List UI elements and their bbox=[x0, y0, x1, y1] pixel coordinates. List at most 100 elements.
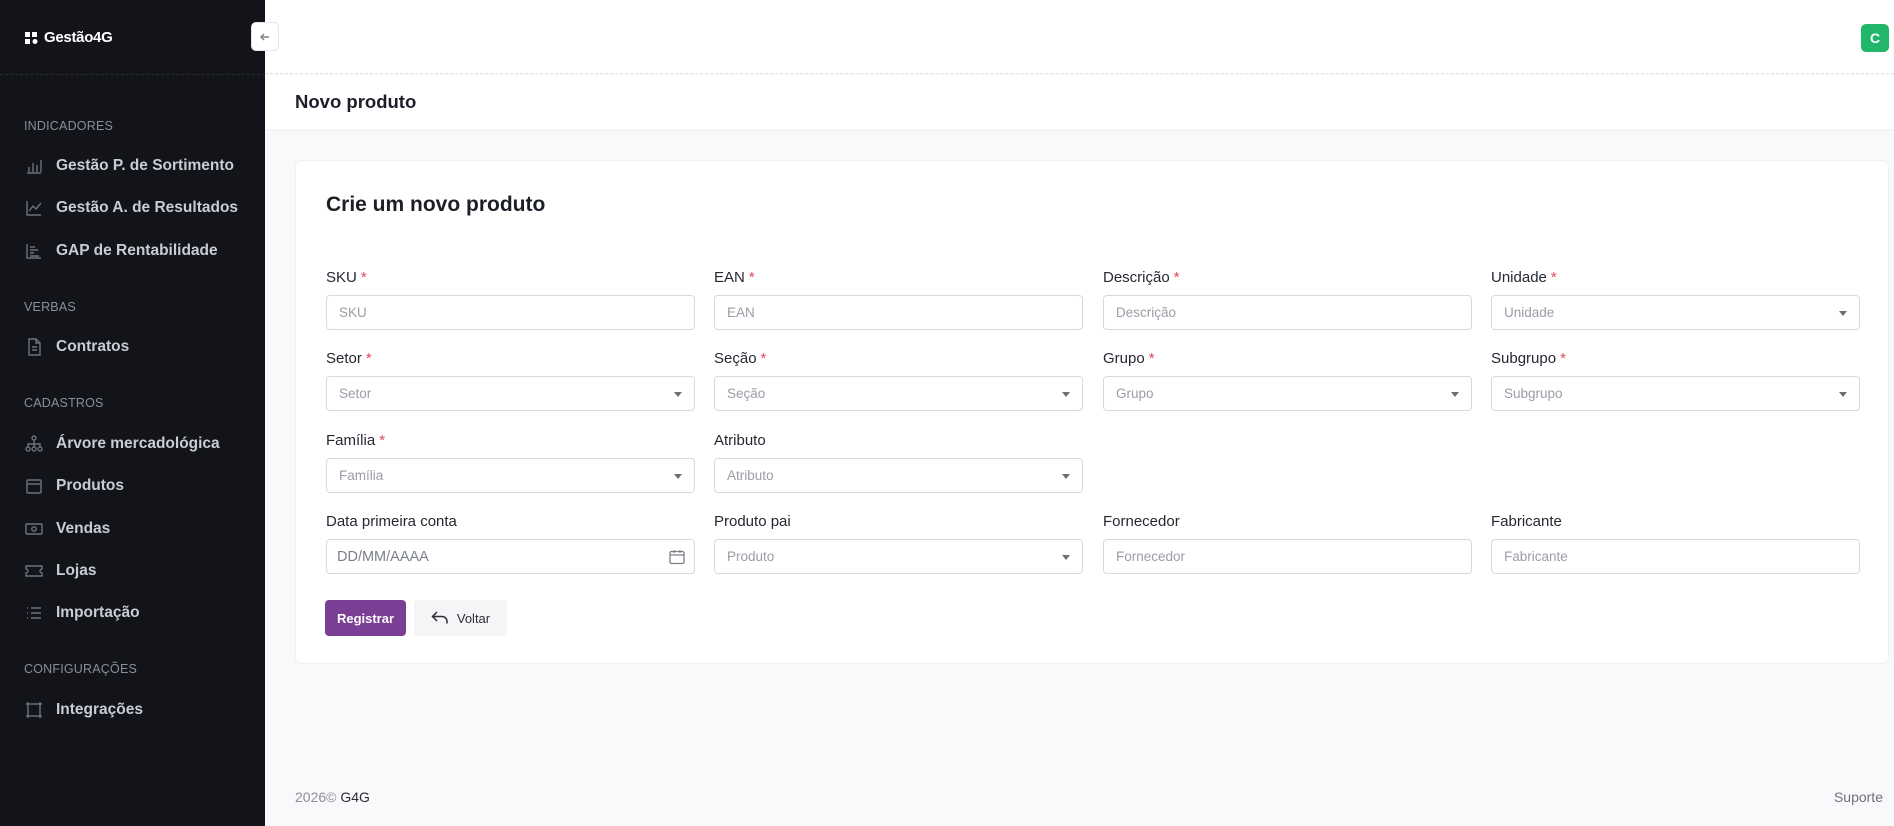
bar-chart-icon bbox=[27, 160, 42, 174]
atributo-label: Atributo bbox=[714, 432, 766, 449]
atributo-select[interactable]: Atributo bbox=[714, 458, 1083, 493]
caret-down-icon bbox=[1062, 474, 1070, 479]
ean-input[interactable]: EAN bbox=[714, 295, 1083, 330]
subgrupo-select[interactable]: Subgrupo bbox=[1491, 376, 1860, 411]
produto-pai-placeholder: Produto bbox=[727, 549, 775, 564]
calendar-icon[interactable] bbox=[668, 548, 686, 566]
section-title-cadastros: CADASTROS bbox=[24, 396, 104, 410]
back-button[interactable]: Voltar bbox=[414, 600, 507, 636]
unidade-field-group: Unidade * Unidade bbox=[1491, 269, 1860, 330]
secao-placeholder: Seção bbox=[727, 386, 766, 401]
unidade-select[interactable]: Unidade bbox=[1491, 295, 1860, 330]
sidebar-item-label: Produtos bbox=[56, 477, 125, 494]
familia-select[interactable]: Família bbox=[326, 458, 695, 493]
setor-placeholder: Setor bbox=[339, 386, 372, 401]
user-avatar[interactable]: C bbox=[1861, 24, 1889, 52]
sidebar-item-label: Árvore mercadológica bbox=[56, 435, 220, 452]
grupo-field-group: Grupo * Grupo bbox=[1103, 350, 1472, 411]
caret-down-icon bbox=[674, 392, 682, 397]
familia-placeholder: Família bbox=[339, 468, 384, 483]
setor-field-group: Setor * Setor bbox=[326, 350, 695, 411]
logo-icon bbox=[25, 31, 38, 44]
fabricante-input[interactable]: Fabricante bbox=[1491, 539, 1860, 574]
box-icon bbox=[26, 479, 42, 494]
secao-field-group: Seção * Seção bbox=[714, 350, 1083, 411]
reply-arrow-icon bbox=[431, 611, 448, 624]
grupo-placeholder: Grupo bbox=[1116, 386, 1154, 401]
sidebar-item-label: Lojas bbox=[56, 562, 97, 579]
section-title-verbas: VERBAS bbox=[24, 300, 76, 314]
caret-down-icon bbox=[1839, 392, 1847, 397]
sku-input[interactable]: SKU bbox=[326, 295, 695, 330]
sidebar-item-label: Importação bbox=[56, 604, 140, 621]
sku-label: SKU * bbox=[326, 269, 367, 286]
setor-label: Setor * bbox=[326, 350, 372, 367]
produto-pai-field-group: Produto pai Produto bbox=[714, 513, 1083, 574]
sidebar-item-importacao[interactable]: Importação bbox=[24, 601, 140, 625]
section-title-configuracoes: CONFIGURAÇÕES bbox=[24, 662, 138, 676]
familia-field-group: Família * Família bbox=[326, 432, 695, 493]
section-title-indicadores: INDICADORES bbox=[24, 119, 114, 133]
grupo-label: Grupo * bbox=[1103, 350, 1155, 367]
descricao-input[interactable]: Descrição bbox=[1103, 295, 1472, 330]
produto-pai-label: Produto pai bbox=[714, 513, 791, 530]
caret-down-icon bbox=[674, 474, 682, 479]
data-field-group: Data primeira conta DD/MM/AAAA bbox=[326, 513, 695, 574]
unidade-placeholder: Unidade bbox=[1504, 305, 1555, 320]
product-form-card: Crie um novo produto SKU * SKU EAN * EAN D… bbox=[295, 160, 1889, 664]
sidebar-item-label: Gestão P. de Sortimento bbox=[56, 157, 235, 174]
setor-select[interactable]: Setor bbox=[326, 376, 695, 411]
form-title: Crie um novo produto bbox=[326, 193, 546, 216]
sidebar-item-rentabilidade[interactable]: GAP de Rentabilidade bbox=[24, 239, 218, 263]
fabricante-field-group: Fabricante Fabricante bbox=[1491, 513, 1860, 574]
sidebar-collapse-button[interactable] bbox=[251, 22, 279, 51]
sidebar-item-label: GAP de Rentabilidade bbox=[56, 242, 218, 259]
date-placeholder: DD/MM/AAAA bbox=[337, 548, 429, 565]
app-logo[interactable]: Gestão4G bbox=[24, 29, 113, 46]
unidade-label: Unidade * bbox=[1491, 269, 1557, 286]
fabricante-label: Fabricante bbox=[1491, 513, 1562, 530]
caret-down-icon bbox=[1451, 392, 1459, 397]
gap-chart-icon bbox=[26, 244, 41, 259]
sidebar-item-resultados[interactable]: Gestão A. de Resultados bbox=[24, 196, 238, 220]
produto-pai-select[interactable]: Produto bbox=[714, 539, 1083, 574]
footer-copyright: 2026© G4G bbox=[295, 789, 370, 805]
footer-brand[interactable]: G4G bbox=[340, 789, 370, 805]
arrow-left-icon bbox=[260, 33, 269, 40]
sidebar: Gestão4G INDICADORES Gestão P. de Sortim… bbox=[0, 0, 265, 826]
top-header: C bbox=[265, 0, 1894, 74]
sku-field-group: SKU * SKU bbox=[326, 269, 695, 330]
caret-down-icon bbox=[1062, 555, 1070, 560]
familia-label: Família * bbox=[326, 432, 386, 449]
register-button[interactable]: Registrar bbox=[325, 600, 406, 636]
grupo-select[interactable]: Grupo bbox=[1103, 376, 1472, 411]
fornecedor-label: Fornecedor bbox=[1103, 513, 1180, 530]
sidebar-item-arvore[interactable]: Árvore mercadológica bbox=[24, 432, 220, 456]
date-input[interactable]: DD/MM/AAAA bbox=[326, 539, 695, 574]
sidebar-item-label: Vendas bbox=[56, 520, 111, 537]
sidebar-item-sortimento[interactable]: Gestão P. de Sortimento bbox=[24, 154, 234, 178]
page-title: Novo produto bbox=[295, 91, 417, 112]
atributo-placeholder: Atributo bbox=[727, 468, 774, 483]
secao-select[interactable]: Seção bbox=[714, 376, 1083, 411]
secao-label: Seção * bbox=[714, 350, 767, 367]
subgrupo-label: Subgrupo * bbox=[1491, 350, 1566, 367]
sidebar-item-vendas[interactable]: Vendas bbox=[24, 517, 110, 541]
frame-icon bbox=[26, 702, 42, 718]
hierarchy-icon bbox=[25, 435, 43, 452]
list-icon bbox=[27, 607, 41, 619]
page-header: Novo produto bbox=[265, 75, 1894, 129]
sidebar-item-integracoes[interactable]: Integrações bbox=[24, 698, 143, 722]
back-button-label: Voltar bbox=[456, 610, 491, 626]
support-link[interactable]: Suporte bbox=[1834, 789, 1883, 805]
line-chart-icon bbox=[26, 201, 42, 216]
footer-year: 2026© bbox=[295, 789, 337, 805]
subgrupo-placeholder: Subgrupo bbox=[1504, 386, 1563, 401]
sidebar-item-produtos[interactable]: Produtos bbox=[24, 474, 124, 498]
sidebar-item-lojas[interactable]: Lojas bbox=[24, 559, 96, 583]
caret-down-icon bbox=[1839, 311, 1847, 316]
caret-down-icon bbox=[1062, 392, 1070, 397]
sidebar-item-label: Integrações bbox=[56, 701, 144, 718]
sidebar-item-contratos[interactable]: Contratos bbox=[24, 335, 129, 359]
fornecedor-input[interactable]: Fornecedor bbox=[1103, 539, 1472, 574]
